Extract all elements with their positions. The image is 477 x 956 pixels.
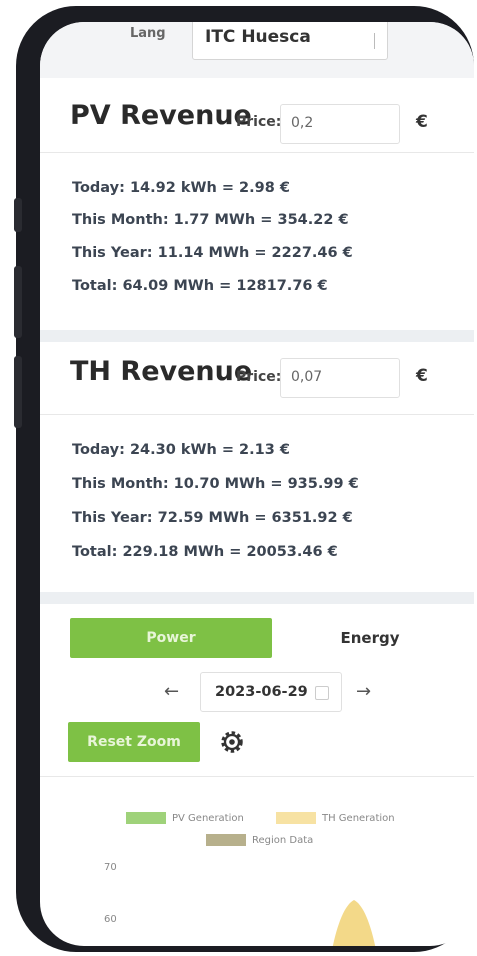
y-tick-60: 60 xyxy=(104,914,117,925)
chart-divider xyxy=(40,776,474,777)
pv-today-line: Today: 14.92 kWh = 2.98 € xyxy=(72,180,290,196)
gear-icon[interactable] xyxy=(218,728,246,756)
pv-price-label: Price: xyxy=(236,114,282,130)
legend-region-swatch xyxy=(206,834,246,846)
select-separator xyxy=(374,33,375,49)
th-generation-area xyxy=(332,900,376,946)
legend-region-data[interactable]: Region Data xyxy=(206,834,313,846)
th-today-line: Today: 24.30 kWh = 2.13 € xyxy=(72,442,290,458)
legend-pv-label: PV Generation xyxy=(172,812,244,824)
legend-pv-swatch xyxy=(126,812,166,824)
language-label: Lang xyxy=(130,26,166,41)
site-select[interactable]: ITC Huesca xyxy=(192,22,388,60)
pv-currency-symbol: € xyxy=(416,112,428,132)
legend-th-generation[interactable]: TH Generation xyxy=(276,812,395,824)
legend-th-label: TH Generation xyxy=(322,812,395,824)
phone-screen: Lang ITC Huesca PV Revenue Price: 0,2 € … xyxy=(40,22,474,946)
pv-total-line: Total: 64.09 MWh = 12817.76 € xyxy=(72,278,328,294)
th-generation-peak xyxy=(332,900,376,946)
pv-price-value: 0,2 xyxy=(291,115,314,131)
pv-revenue-title: PV Revenue xyxy=(70,100,252,131)
th-year-line: This Year: 72.59 MWh = 6351.92 € xyxy=(72,510,353,526)
date-input[interactable]: 2023-06-29 xyxy=(200,672,342,712)
th-title-divider xyxy=(40,414,474,415)
legend-region-label: Region Data xyxy=(252,834,314,846)
th-month-line: This Month: 10.70 MWh = 935.99 € xyxy=(72,476,359,492)
th-total-line: Total: 229.18 MWh = 20053.46 € xyxy=(72,544,338,560)
power-tab-label: Power xyxy=(146,630,196,646)
reset-zoom-button[interactable]: Reset Zoom xyxy=(68,722,200,762)
date-value: 2023-06-29 xyxy=(215,684,308,700)
pv-title-divider xyxy=(40,152,474,153)
next-date-arrow-icon[interactable]: → xyxy=(356,681,371,702)
section-divider-2 xyxy=(40,592,474,604)
legend-th-swatch xyxy=(276,812,316,824)
th-price-label: Price: xyxy=(236,369,282,385)
top-bar: Lang ITC Huesca xyxy=(40,22,474,78)
th-revenue-title: TH Revenue xyxy=(70,356,253,387)
th-price-value: 0,07 xyxy=(291,369,323,385)
calendar-icon[interactable] xyxy=(315,686,329,700)
pv-month-line: This Month: 1.77 MWh = 354.22 € xyxy=(72,212,349,228)
section-divider xyxy=(40,330,474,342)
prev-date-arrow-icon[interactable]: ← xyxy=(164,681,179,702)
th-price-input[interactable]: 0,07 xyxy=(280,358,400,398)
power-tab-button[interactable]: Power xyxy=(70,618,272,658)
energy-tab-button[interactable]: Energy xyxy=(280,618,460,658)
chart-area: PV Generation TH Generation Region Data … xyxy=(40,778,474,946)
y-tick-70: 70 xyxy=(104,862,117,873)
th-currency-symbol: € xyxy=(416,366,428,386)
reset-zoom-label: Reset Zoom xyxy=(87,734,181,750)
pv-year-line: This Year: 11.14 MWh = 2227.46 € xyxy=(72,245,353,261)
pv-price-input[interactable]: 0,2 xyxy=(280,104,400,144)
legend-pv-generation[interactable]: PV Generation xyxy=(126,812,244,824)
site-select-value: ITC Huesca xyxy=(205,27,311,47)
energy-tab-label: Energy xyxy=(340,629,400,647)
